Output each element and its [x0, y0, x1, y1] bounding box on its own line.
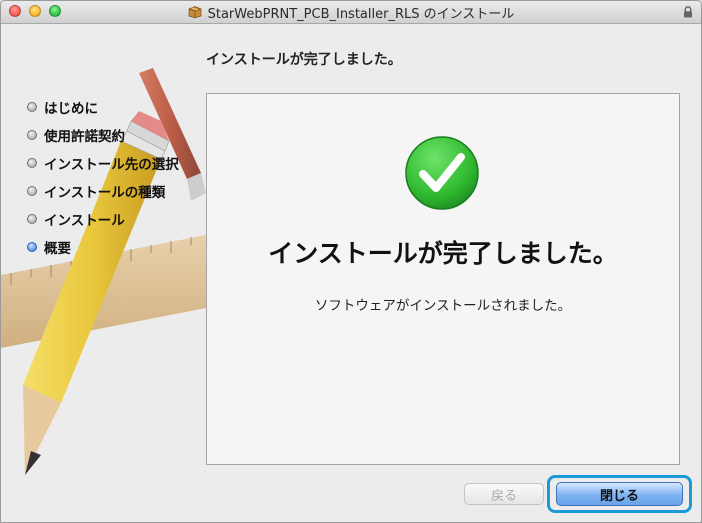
zoom-window-button[interactable] [49, 5, 61, 17]
window-controls [9, 5, 61, 17]
step-bullet-icon [27, 102, 37, 112]
step-bullet-icon [27, 158, 37, 168]
step-bullet-icon [27, 130, 37, 140]
step-bullet-active-icon [27, 242, 37, 252]
close-window-button[interactable] [9, 5, 21, 17]
content-panel: インストールが完了しました。 ソフトウェアがインストールされました。 [206, 93, 680, 465]
step-label: インストール [44, 213, 125, 229]
step-label: インストールの種類 [44, 185, 166, 201]
step-bullet-icon [27, 186, 37, 196]
step-installation: インストール [27, 205, 179, 233]
step-label: 使用許諾契約 [44, 129, 125, 145]
lock-icon [684, 6, 692, 18]
completion-heading: インストールが完了しました。 [268, 239, 618, 268]
page-title: インストールが完了しました。 [206, 52, 402, 68]
title-bar[interactable]: StarWebPRNT_PCB_Installer_RLS のインストール [1, 1, 701, 24]
step-label: 概要 [44, 241, 71, 257]
step-installation-type: インストールの種類 [27, 177, 179, 205]
step-introduction: はじめに [27, 93, 179, 121]
package-icon [188, 6, 201, 18]
checkmark-icon [405, 136, 479, 210]
step-license: 使用許諾契約 [27, 121, 179, 149]
step-label: はじめに [44, 101, 98, 117]
close-button[interactable]: 閉じる [556, 482, 683, 506]
installer-window: StarWebPRNT_PCB_Installer_RLS のインストール イン… [0, 0, 702, 523]
step-destination: インストール先の選択 [27, 149, 179, 177]
completion-message: ソフトウェアがインストールされました。 [314, 298, 572, 314]
minimize-window-button[interactable] [29, 5, 41, 17]
installer-steps: はじめに 使用許諾契約 インストール先の選択 インストールの種類 インストール … [27, 93, 179, 261]
step-label: インストール先の選択 [44, 157, 179, 173]
back-button[interactable]: 戻る [464, 483, 544, 505]
window-title: StarWebPRNT_PCB_Installer_RLS のインストール [207, 6, 515, 22]
step-bullet-icon [27, 214, 37, 224]
step-summary: 概要 [27, 233, 179, 261]
